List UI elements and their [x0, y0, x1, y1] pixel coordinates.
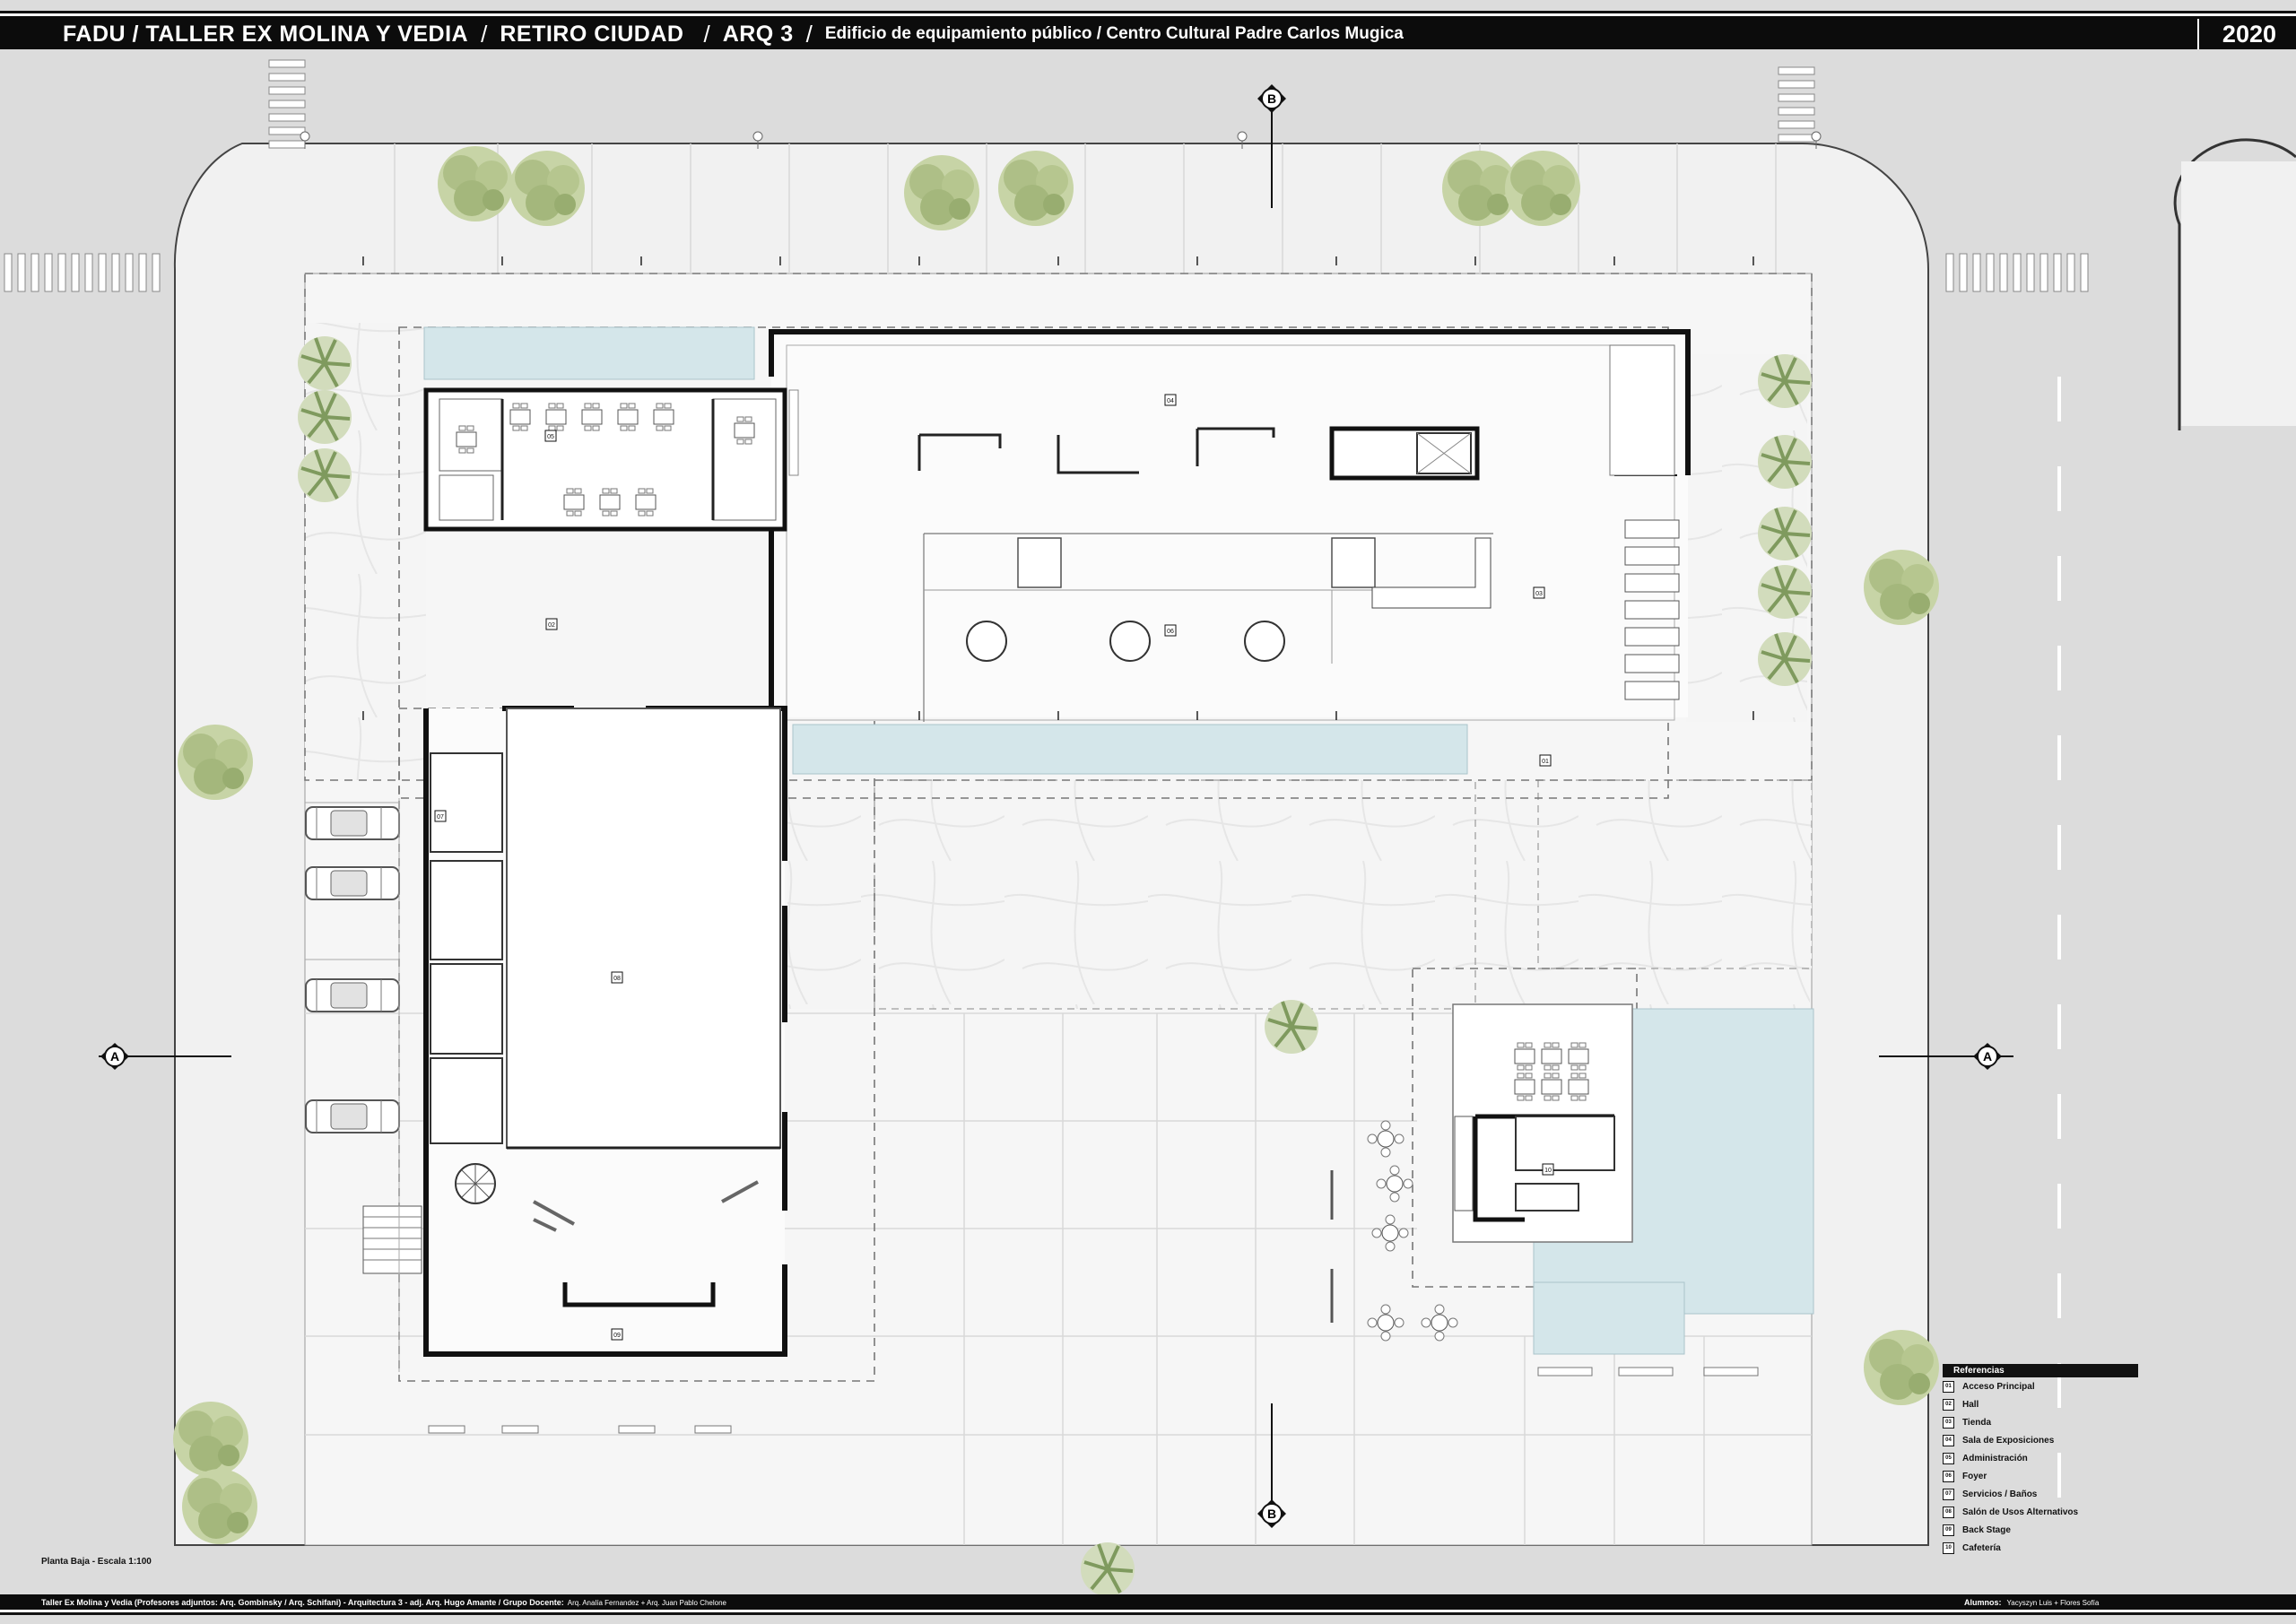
section-label: A [110, 1049, 119, 1064]
legend-number: 07 [1943, 1488, 1954, 1500]
legend-label: Sala de Exposiciones [1962, 1435, 2055, 1446]
legend-number: 02 [1943, 1398, 1954, 1411]
plan-scale-label: Planta Baja - Escala 1:100 [41, 1557, 152, 1567]
legend-number: 09 [1943, 1524, 1954, 1536]
legend-item: 08 Salón de Usos Alternativos [1943, 1503, 2138, 1521]
room-tag-09: 09 [611, 1328, 623, 1341]
room-tag-10: 10 [1542, 1163, 1554, 1176]
room-tag-03: 03 [1533, 586, 1545, 599]
room-tag-02: 02 [545, 618, 558, 630]
footer-credits-text: Taller Ex Molina y Vedia (Profesores adj… [41, 1597, 564, 1607]
footer-students-label: Alumnos: [1964, 1597, 2002, 1607]
header-separator: / [481, 20, 488, 48]
svg-text:08: 08 [613, 976, 621, 982]
room-tag-04: 04 [1164, 394, 1177, 406]
footer-students-names: Yacyszyn Luis + Flores Sofía [2006, 1598, 2100, 1607]
header-separator: / [805, 20, 813, 48]
legend-item: 03 Tienda [1943, 1413, 2138, 1431]
legend-label: Back Stage [1962, 1524, 2011, 1535]
legend-number: 04 [1943, 1434, 1954, 1446]
room-tag-07: 07 [434, 810, 447, 822]
room-tag-06: 06 [1164, 624, 1177, 637]
legend-item: 01 Acceso Principal [1943, 1377, 2138, 1395]
floor-plan-drawing: I [0, 49, 2296, 1594]
section-label: B [1267, 91, 1276, 106]
room-tag-08: 08 [611, 971, 623, 984]
room-tag-05: 05 [544, 430, 557, 442]
footer-docentes: Arq. Analía Fernandez + Arq. Juan Pablo … [567, 1598, 726, 1607]
legend-title: Referencias [1943, 1364, 2138, 1377]
legend-item: 02 Hall [1943, 1395, 2138, 1413]
header-site: RETIRO CIUDAD [500, 21, 684, 47]
legend-number: 03 [1943, 1416, 1954, 1429]
legend-item: 04 Sala de Exposiciones [1943, 1431, 2138, 1449]
section-label: A [1983, 1049, 1992, 1064]
svg-text:10: 10 [1544, 1168, 1552, 1174]
legend-number: 05 [1943, 1452, 1954, 1464]
svg-text:03: 03 [1535, 591, 1543, 597]
legend-item: 05 Administración [1943, 1449, 2138, 1467]
title-bar: FADU / TALLER EX MOLINA Y VEDIA / RETIRO… [0, 13, 2296, 52]
svg-text:06: 06 [1167, 629, 1174, 635]
footer-bar: Taller Ex Molina y Vedia (Profesores adj… [0, 1594, 2296, 1612]
header-school: FADU / TALLER EX MOLINA Y VEDIA [63, 21, 469, 47]
legend-label: Administración [1962, 1453, 2028, 1463]
legend-label: Foyer [1962, 1471, 1987, 1481]
svg-text:02: 02 [548, 622, 555, 629]
legend-label: Cafetería [1962, 1542, 2001, 1553]
legend-label: Tienda [1962, 1417, 1992, 1428]
room-tag-01: 01 [1539, 754, 1552, 767]
legend-item: 09 Back Stage [1943, 1521, 2138, 1539]
legend-number: 08 [1943, 1506, 1954, 1518]
svg-text:09: 09 [613, 1333, 621, 1339]
header-year: 2020 [2196, 19, 2276, 49]
legend-item: 10 Cafetería [1943, 1539, 2138, 1557]
section-label: B [1267, 1507, 1276, 1521]
legend-label: Acceso Principal [1962, 1381, 2035, 1392]
svg-text:05: 05 [547, 434, 554, 440]
header-course: ARQ 3 [722, 21, 794, 47]
legend-number: 10 [1943, 1541, 1954, 1554]
header-project: Edificio de equipamiento público / Centr… [824, 24, 1404, 43]
legend-item: 06 Foyer [1943, 1467, 2138, 1485]
legend-label: Hall [1962, 1399, 1979, 1410]
footer-credits: Taller Ex Molina y Vedia (Profesores adj… [41, 1598, 726, 1607]
legend-label: Salón de Usos Alternativos [1962, 1507, 2079, 1517]
legend-item: 07 Servicios / Baños [1943, 1485, 2138, 1503]
legend-number: 01 [1943, 1380, 1954, 1393]
legend: Referencias 01 Acceso Principal 02 Hall 03… [1943, 1364, 2138, 1557]
header-separator: / [703, 20, 710, 48]
svg-text:04: 04 [1167, 398, 1174, 404]
footer-students: Alumnos: Yacyszyn Luis + Flores Sofía [1964, 1598, 2099, 1607]
svg-text:01: 01 [1542, 759, 1549, 765]
svg-text:07: 07 [437, 814, 444, 821]
legend-number: 06 [1943, 1470, 1954, 1482]
legend-label: Servicios / Baños [1962, 1489, 2038, 1499]
